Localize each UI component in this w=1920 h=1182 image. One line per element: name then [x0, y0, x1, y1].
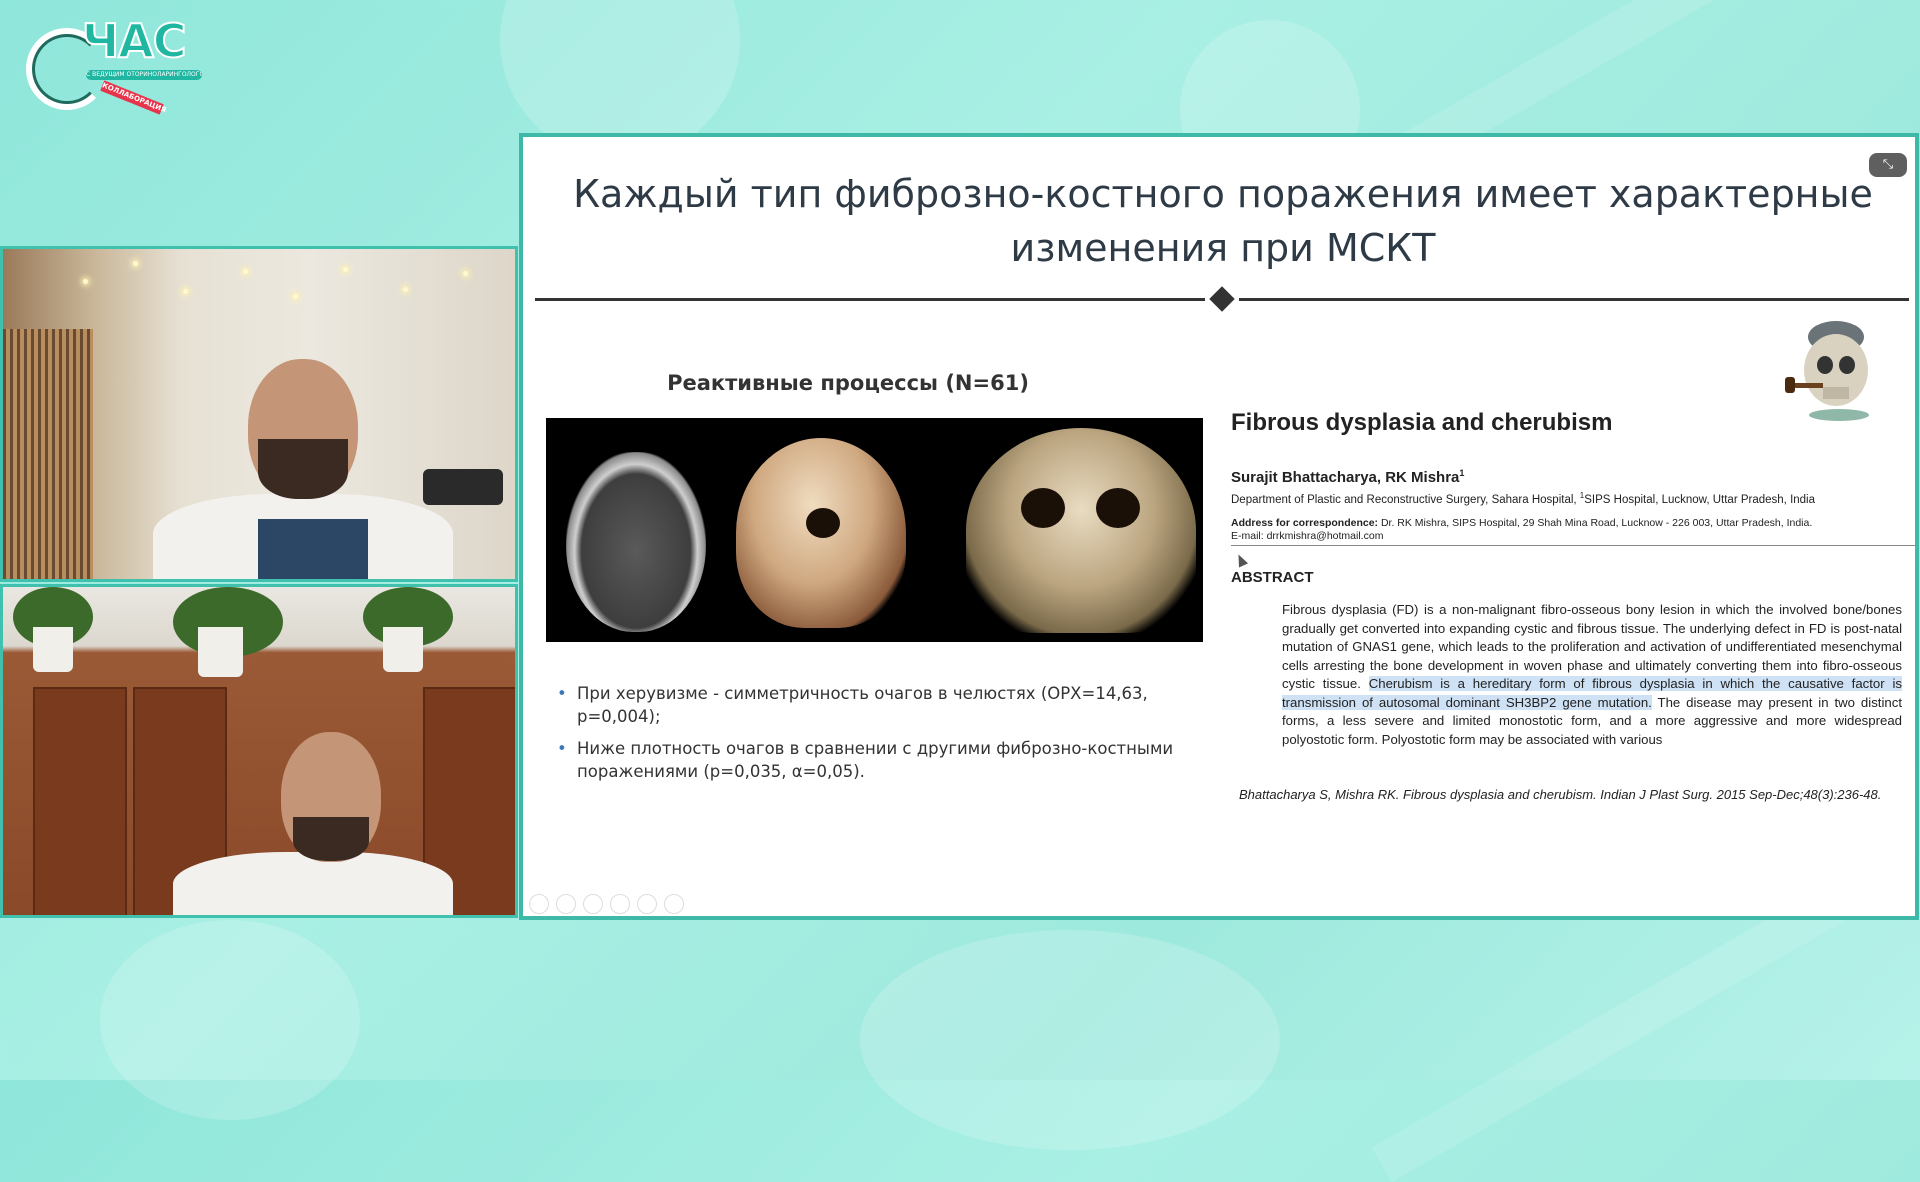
divider-line — [1239, 298, 1909, 301]
person-beard — [258, 439, 348, 499]
divider-diamond — [1209, 286, 1235, 312]
orbit — [806, 508, 840, 538]
string-light — [293, 294, 298, 299]
paper-email: E-mail: drrkmishra@hotmail.com — [1231, 530, 1384, 542]
ct-axial-slice — [566, 452, 706, 632]
string-light — [463, 271, 468, 276]
section-subheading: Реактивные процессы (N=61) — [667, 371, 1029, 395]
paper-address-label: Address for correspondence: — [1231, 517, 1379, 529]
divider-line — [535, 298, 1205, 301]
orbit — [1096, 488, 1140, 528]
channel-logo: ЧАС С ВЕДУЩИМ ОТОРИНОЛАРИНГОЛОГОМ КОЛЛАБ… — [22, 13, 202, 115]
string-light — [183, 289, 188, 294]
slide-title-line2: изменения при МСКТ — [1010, 226, 1436, 270]
paper-address-line: Address for correspondence: Dr. RK Mishr… — [1231, 517, 1812, 530]
person-beard — [293, 817, 369, 861]
citation: Bhattacharya S, Mishra RK. Fibrous dyspl… — [1239, 787, 1882, 802]
string-light — [83, 279, 88, 284]
paper-authors-affiliation: 1 — [1459, 468, 1465, 478]
abstract-body: Fibrous dysplasia (FD) is a non-malignan… — [1282, 601, 1902, 749]
logo-word: ЧАС — [81, 13, 188, 69]
string-light — [133, 261, 138, 266]
ct-3d-skull-lateral — [736, 438, 906, 628]
curtain — [3, 329, 93, 579]
finding-item: Ниже плотность очагов в сравнении с друг… — [551, 737, 1191, 783]
person-coat — [173, 852, 453, 915]
person-shirt — [258, 519, 368, 579]
logo-tag: КОЛЛАБОРАЦИЯ — [100, 80, 168, 115]
ct-3d-skull-frontal — [966, 428, 1196, 633]
string-light — [243, 269, 248, 274]
next-slide-icon[interactable] — [556, 894, 576, 914]
slide-nav-controls — [529, 894, 684, 914]
plant-pot — [383, 627, 423, 672]
background-blob — [100, 920, 360, 1120]
more-options-icon[interactable] — [664, 894, 684, 914]
prev-slide-icon[interactable] — [529, 894, 549, 914]
paper-rule — [1231, 545, 1915, 546]
abstract-heading: ABSTRACT — [1231, 569, 1314, 586]
ct-images — [546, 418, 1203, 642]
paper-address: Address for correspondence: Dr. RK Mishr… — [1231, 517, 1812, 543]
paper-department-tail: SIPS Hospital, Lucknow, Uttar Pradesh, I… — [1584, 493, 1816, 506]
finding-item: При херувизме - симметричность очагов в … — [551, 682, 1191, 728]
paper-authors: Surajit Bhattacharya, RK Mishra1 — [1231, 468, 1464, 486]
slides-grid-icon[interactable] — [610, 894, 630, 914]
minimize-icon[interactable]: ⤡ — [1869, 153, 1907, 177]
video-feed-guest — [0, 584, 518, 918]
video-feed-host — [0, 246, 518, 582]
presentation-slide: Каждый тип фиброзно-костного поражения и… — [519, 133, 1919, 920]
cabinet-door — [33, 687, 127, 915]
findings-list: При херувизме - симметричность очагов в … — [551, 682, 1191, 792]
plant-pot — [198, 627, 243, 677]
logo-subline: С ВЕДУЩИМ ОТОРИНОЛАРИНГОЛОГОМ — [86, 70, 202, 80]
paper-authors-names: Surajit Bhattacharya, RK Mishra — [1231, 469, 1460, 486]
paper-address-text: Dr. RK Mishra, SIPS Hospital, 29 Shah Mi… — [1378, 517, 1813, 529]
background-blob — [860, 930, 1280, 1150]
pen-icon[interactable] — [583, 894, 603, 914]
zoom-icon[interactable] — [637, 894, 657, 914]
orbit — [1021, 488, 1065, 528]
paper-department: Department of Plastic and Reconstructive… — [1231, 491, 1815, 506]
skull-pipe-icon — [1785, 321, 1869, 421]
paper-title: Fibrous dysplasia and cherubism — [1231, 409, 1613, 436]
slide-title: Каждый тип фиброзно-костного поражения и… — [523, 167, 1915, 275]
desk-phone — [423, 469, 503, 505]
string-light — [403, 287, 408, 292]
slide-title-line1: Каждый тип фиброзно-костного поражения и… — [573, 172, 1873, 216]
paper-department-text: Department of Plastic and Reconstructive… — [1231, 493, 1580, 506]
plant-pot — [33, 627, 73, 672]
string-light — [343, 267, 348, 272]
mouse-cursor-icon — [1233, 552, 1249, 568]
